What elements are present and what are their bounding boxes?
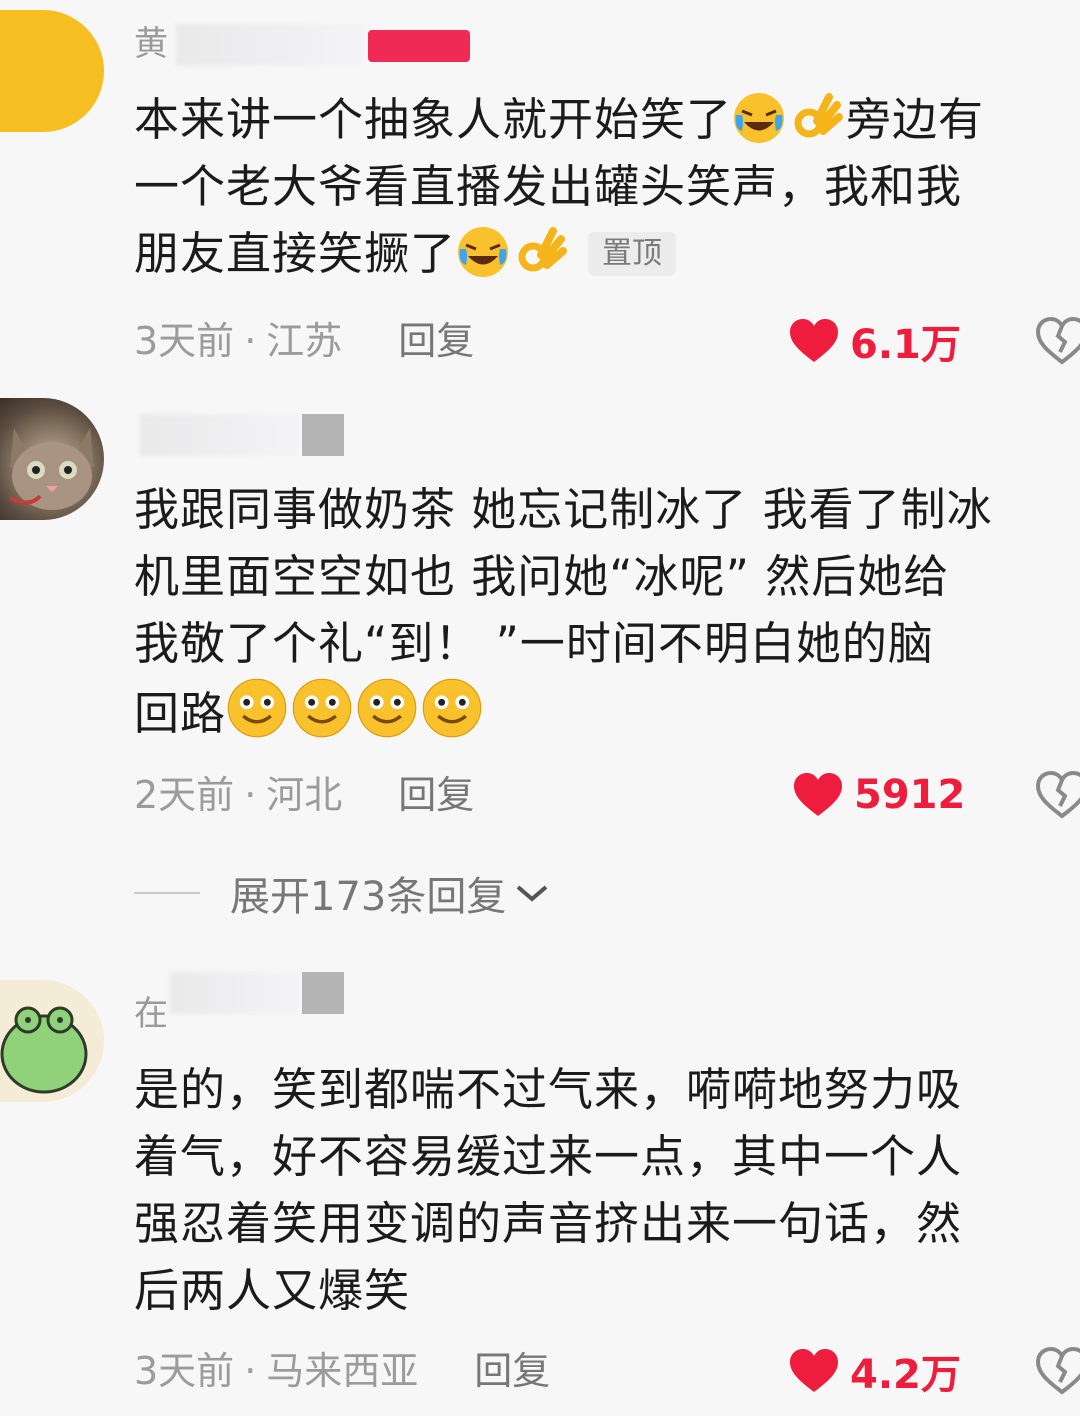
comment-text: 本来讲一个抽象人就开始笑了 旁边有 一个老大爷看直播发出罐头笑声，我和我 朋友直接… (134, 93, 985, 280)
ok-hand-emoji-icon (794, 93, 844, 138)
heart-icon (790, 319, 838, 362)
comment-meta: 2天前 · 河北 回复 (134, 773, 475, 817)
dislike-button[interactable] (1032, 1346, 1080, 1396)
like-count: 6.1万 (850, 322, 961, 368)
broken-heart-icon (1035, 316, 1080, 365)
comment-time: 3天前 (134, 1349, 235, 1393)
like-button[interactable]: 5912 (792, 770, 965, 820)
comment-location: 马来西亚 (266, 1349, 419, 1393)
divider-line (134, 892, 200, 894)
chevron-down-icon (517, 885, 548, 902)
username[interactable]: 黄 (134, 24, 168, 64)
avatar[interactable] (0, 10, 104, 132)
reply-button[interactable]: 回复 (474, 1349, 550, 1393)
reply-button[interactable]: 回复 (398, 319, 474, 363)
avatar[interactable] (0, 398, 104, 520)
heart-icon (790, 1349, 838, 1392)
grinning-emoji-icon (357, 678, 417, 738)
grinning-emoji-icon (422, 678, 482, 738)
grinning-emoji-icon (227, 678, 287, 738)
comment-time: 2天前 (134, 773, 235, 817)
comment-text: 我跟同事做奶茶 她忘记制冰了 我看了制冰 机里面空空如也 我问她“冰呢” 然后她… (134, 483, 993, 740)
frog-icon (0, 1006, 88, 1094)
username-redaction-block (302, 414, 344, 456)
pinned-badge: 置顶 (588, 232, 677, 276)
like-count: 5912 (854, 772, 966, 818)
expand-replies-label: 展开173条回复 (230, 874, 507, 920)
expand-replies-button[interactable]: 展开173条回复 (134, 868, 550, 920)
laugh-cry-emoji-icon (734, 93, 785, 143)
comment-text: 是的，笑到都喘不过气来，嗬嗬地努力吸 着气，好不容易缓过来一点，其中一个人 强忍… (134, 1063, 963, 1317)
laugh-cry-emoji-icon (458, 227, 509, 277)
comment-location: 江苏 (266, 319, 343, 363)
comment-time: 3天前 (134, 319, 235, 363)
grinning-emoji-icon (292, 678, 352, 738)
username-redaction-block (302, 972, 344, 1014)
username[interactable]: 在 (134, 994, 168, 1034)
like-button[interactable]: 6.1万 (788, 316, 961, 368)
username-redaction (170, 972, 300, 1014)
comment-location: 河北 (266, 773, 343, 817)
broken-heart-icon (1035, 1346, 1080, 1395)
avatar[interactable] (0, 980, 104, 1102)
dislike-button[interactable] (1032, 770, 1080, 820)
username-redaction (140, 414, 300, 456)
comment-meta: 3天前 · 江苏 回复 (134, 319, 475, 363)
author-badge (368, 30, 470, 62)
heart-icon (794, 773, 842, 816)
reply-button[interactable]: 回复 (398, 773, 474, 817)
dislike-button[interactable] (1032, 316, 1080, 366)
cat-face-icon (9, 428, 94, 510)
like-count: 4.2万 (850, 1352, 961, 1398)
comment-meta: 3天前 · 马来西亚 回复 (134, 1349, 551, 1393)
like-button[interactable]: 4.2万 (788, 1346, 961, 1398)
ok-hand-emoji-icon (518, 227, 568, 272)
broken-heart-icon (1035, 770, 1080, 819)
username-redaction (176, 24, 366, 66)
